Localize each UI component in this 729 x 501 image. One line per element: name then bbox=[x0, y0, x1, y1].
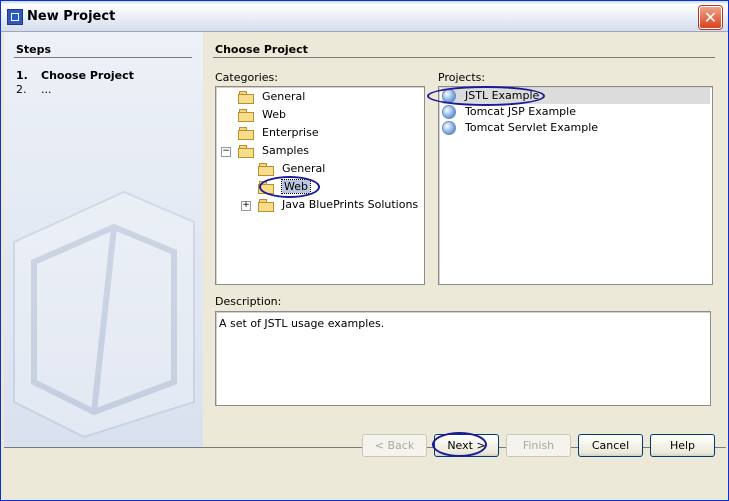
steps-panel: Steps 1. Choose Project 2.... bbox=[4, 32, 203, 447]
cancel-button[interactable]: Cancel bbox=[578, 434, 643, 457]
tree-item-label: Java BluePrints Solutions bbox=[282, 198, 419, 211]
panel-divider bbox=[213, 57, 715, 58]
projects-label: Projects: bbox=[438, 71, 486, 84]
tree-item-label: General bbox=[262, 90, 306, 103]
folder-open-icon bbox=[238, 145, 254, 158]
project-label: Tomcat JSP Example bbox=[465, 105, 576, 118]
folder-icon bbox=[238, 109, 254, 122]
globe-icon bbox=[442, 105, 456, 119]
dialog-content: Steps 1. Choose Project 2.... Choose Proj… bbox=[4, 32, 726, 448]
step-label: ... bbox=[41, 83, 52, 96]
tree-item-label: Web bbox=[281, 179, 311, 194]
project-label: Tomcat Servlet Example bbox=[465, 121, 599, 134]
tree-item-label: General bbox=[282, 162, 326, 175]
expand-toggle[interactable]: + bbox=[241, 201, 251, 211]
folder-icon bbox=[258, 199, 274, 212]
close-button[interactable]: ✕ bbox=[699, 6, 722, 29]
watermark-cube-image bbox=[13, 190, 195, 439]
description-label: Description: bbox=[215, 295, 282, 308]
globe-icon bbox=[442, 121, 456, 135]
next-button[interactable]: Next > bbox=[434, 434, 499, 457]
finish-button[interactable]: Finish bbox=[506, 434, 571, 457]
step-number: 2. bbox=[16, 83, 27, 96]
app-icon bbox=[7, 9, 23, 25]
folder-icon bbox=[238, 91, 254, 104]
tree-item-enterprise[interactable]: Enterprise bbox=[238, 125, 319, 141]
new-project-dialog: New Project ✕ Steps 1. Choose Project 2..… bbox=[0, 0, 729, 501]
title-bar[interactable]: New Project ✕ bbox=[1, 1, 728, 32]
project-item-jstl-example[interactable]: JSTL Example bbox=[442, 88, 710, 104]
steps-divider bbox=[14, 57, 192, 58]
description-text: A set of JSTL usage examples. bbox=[219, 317, 385, 330]
categories-label: Categories: bbox=[215, 71, 278, 84]
folder-icon bbox=[258, 163, 274, 176]
projects-list[interactable]: JSTL Example Tomcat JSP Example Tomcat S… bbox=[427, 86, 713, 285]
tree-item-java-blueprints[interactable]: Java BluePrints Solutions bbox=[258, 197, 418, 213]
tree-item-general[interactable]: General bbox=[238, 89, 305, 105]
step-label: Choose Project bbox=[41, 69, 134, 82]
tree-item-samples-general[interactable]: General bbox=[258, 161, 325, 177]
tree-item-label: Enterprise bbox=[262, 126, 319, 139]
help-button[interactable]: Help bbox=[650, 434, 715, 457]
folder-open-icon bbox=[258, 181, 274, 194]
project-item-tomcat-servlet[interactable]: Tomcat Servlet Example bbox=[442, 120, 710, 136]
project-label: JSTL Example bbox=[465, 89, 540, 102]
globe-icon bbox=[442, 89, 456, 103]
collapse-toggle[interactable]: − bbox=[221, 147, 231, 157]
categories-tree[interactable]: General Web Enterprise − Samples General… bbox=[215, 86, 425, 285]
back-button[interactable]: < Back bbox=[362, 434, 427, 457]
tree-item-samples-web[interactable]: Web bbox=[258, 179, 311, 195]
tree-item-label: Samples bbox=[262, 144, 309, 157]
tree-item-samples[interactable]: Samples bbox=[238, 143, 309, 159]
window-title: New Project bbox=[27, 9, 116, 24]
tree-item-web[interactable]: Web bbox=[238, 107, 286, 123]
project-item-tomcat-jsp[interactable]: Tomcat JSP Example bbox=[442, 104, 710, 120]
step-2: 2.... bbox=[16, 83, 52, 96]
step-1: 1. Choose Project bbox=[16, 69, 134, 82]
steps-heading: Steps bbox=[16, 43, 52, 56]
folder-icon bbox=[238, 127, 254, 140]
description-textarea[interactable]: A set of JSTL usage examples. bbox=[215, 311, 711, 406]
tree-item-label: Web bbox=[262, 108, 286, 121]
step-number: 1. bbox=[16, 69, 28, 82]
main-panel: Choose Project Categories: Projects: Gen… bbox=[203, 32, 726, 447]
panel-title: Choose Project bbox=[215, 43, 308, 56]
